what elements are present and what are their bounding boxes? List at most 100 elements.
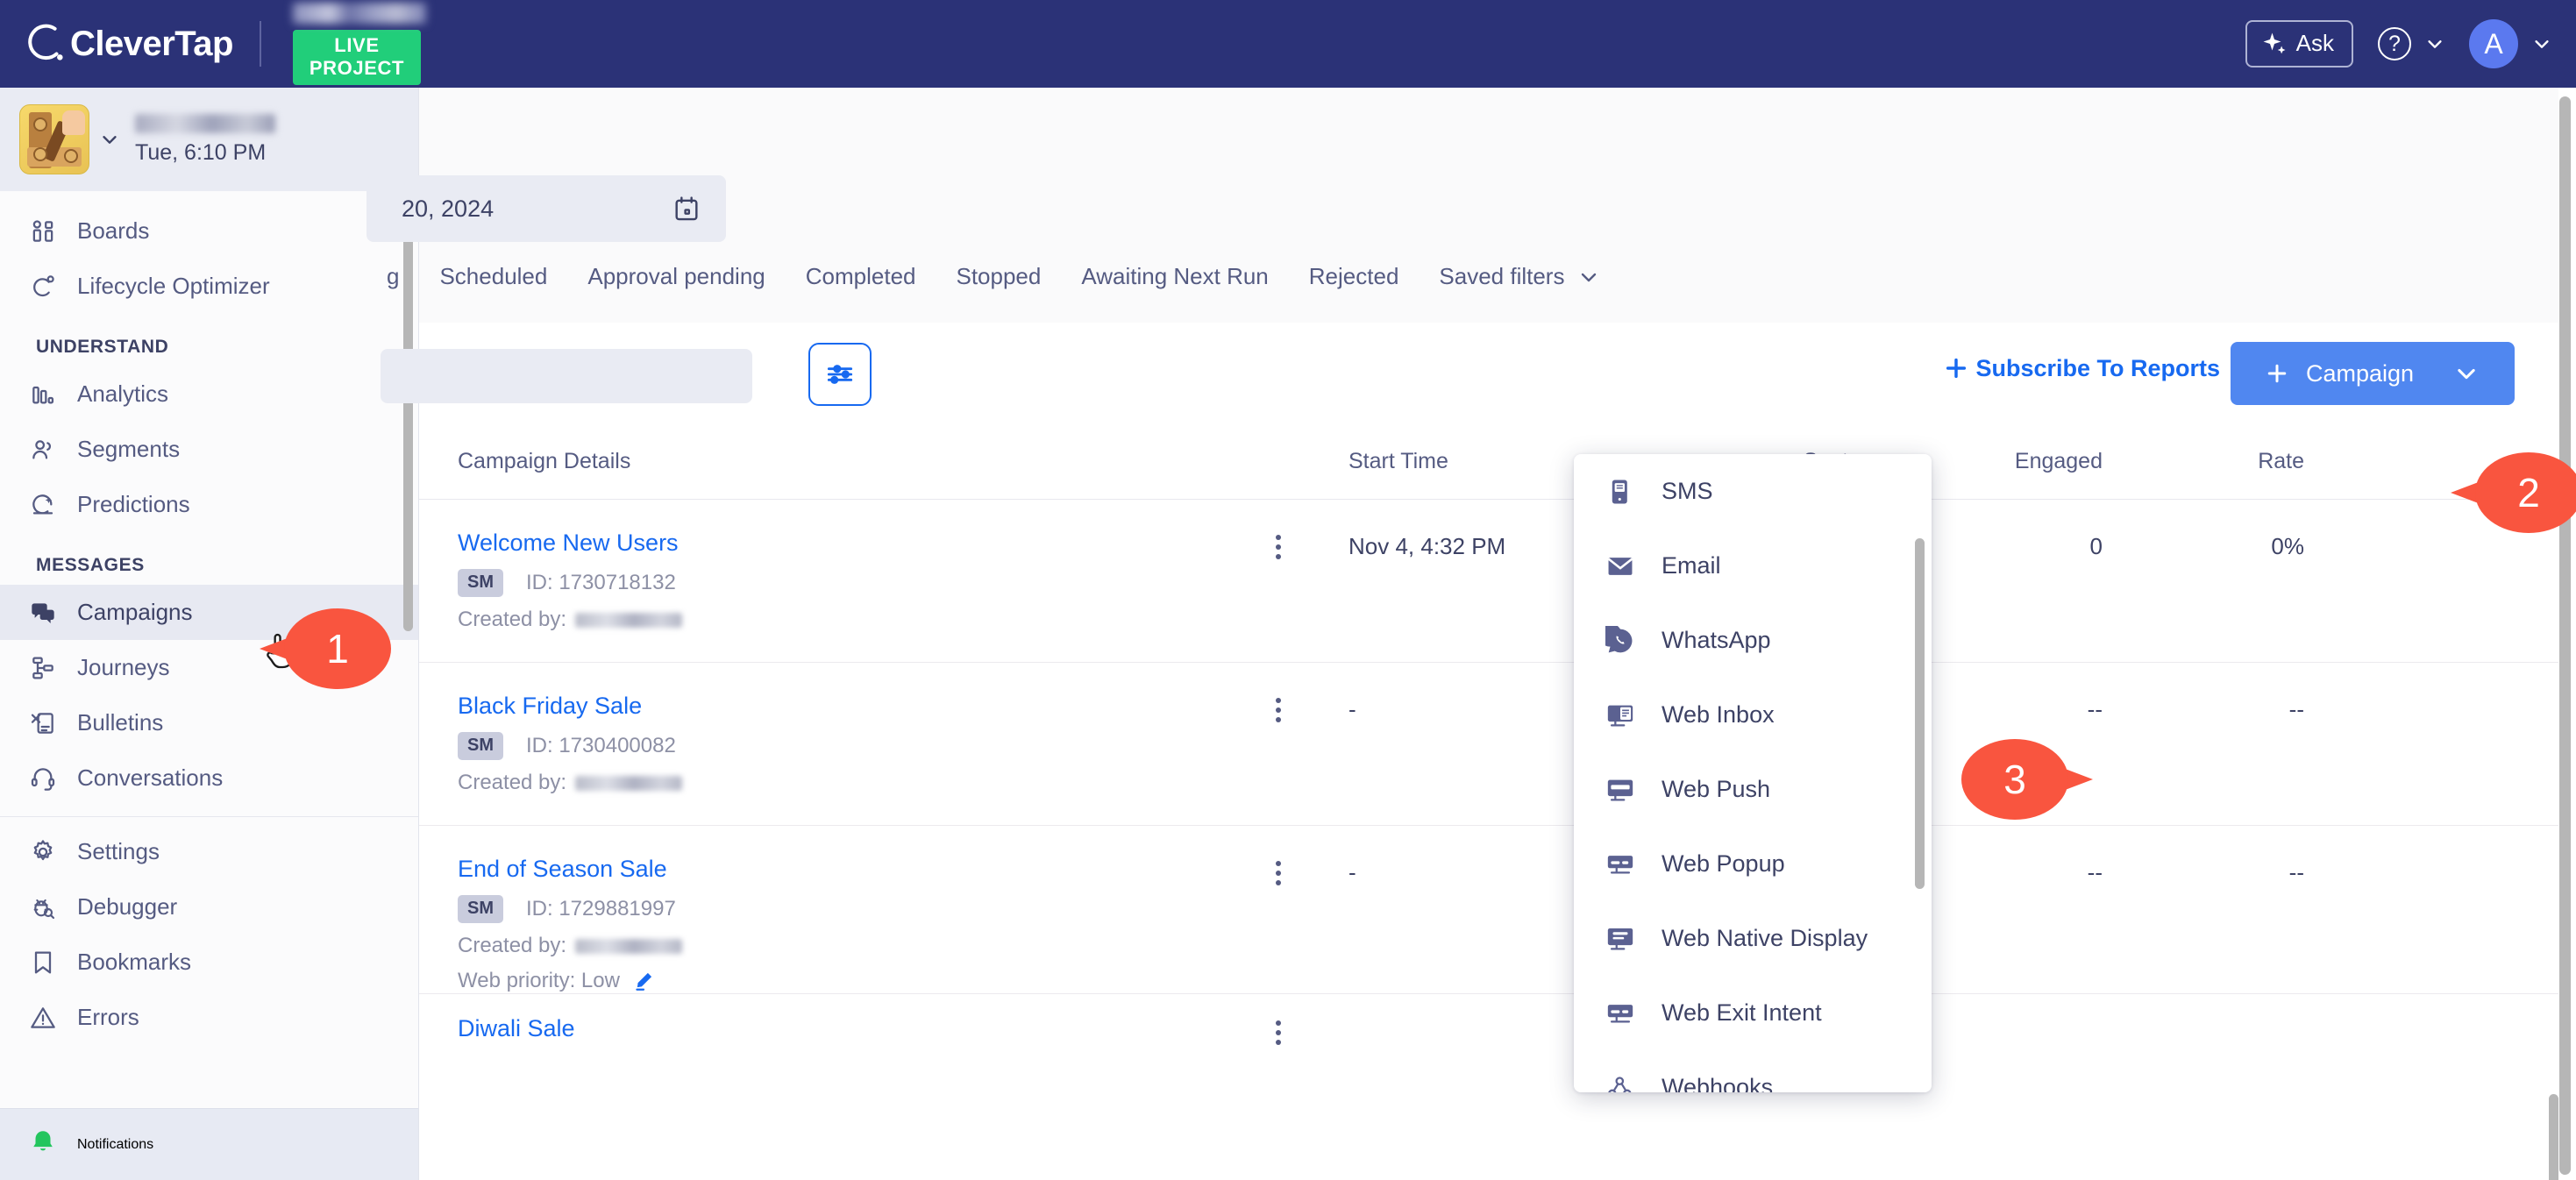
table-row[interactable]: End of Season Sale SM ID: 1729881997 Cre… [419,826,2558,994]
live-project-badge: LIVE PROJECT [292,30,421,85]
table-row[interactable]: Diwali Sale [419,994,2558,1047]
bell-icon [28,1127,58,1162]
sidebar-item-label: Errors [77,1004,139,1030]
sidebar-item-debugger[interactable]: Debugger [0,879,418,935]
dropdown-item-email[interactable]: Email [1574,529,1932,603]
web-native-display-icon [1607,928,1633,949]
tab-running[interactable]: g [366,263,419,290]
account-menu[interactable]: A [2469,19,2551,68]
tab-scheduled[interactable]: Scheduled [419,263,567,290]
warning-icon [28,1003,58,1033]
tab-completed[interactable]: Completed [786,263,936,290]
campaign-name-link[interactable]: Diwali Sale [458,1015,1208,1042]
dropdown-item-label: Web Exit Intent [1662,999,1822,1026]
dropdown-item-web-native-display[interactable]: Web Native Display [1574,901,1932,976]
list-toolbar: Subscribe To Reports Campaign [381,323,2558,430]
help-menu[interactable]: ? [2378,27,2444,60]
ask-button[interactable]: Ask [2245,20,2353,68]
created-by-label: Created by: [458,771,567,794]
campaign-id: ID: 1730718132 [526,571,676,594]
sparkle-icon [2263,32,2286,53]
sidebar-item-notifications[interactable]: Notifications [0,1108,418,1180]
search-input[interactable] [381,349,752,403]
web-inbox-icon [1607,705,1633,726]
table-row[interactable]: Welcome New Users SM ID: 1730718132 Crea… [419,500,2558,663]
dropdown-item-web-popup[interactable]: Web Popup [1574,827,1932,901]
status-tabs: g Scheduled Approval pending Completed S… [366,263,1619,290]
create-campaign-button[interactable]: Campaign [2231,342,2515,405]
web-priority: Web priority: Low [458,969,1208,993]
dropdown-item-whatsapp[interactable]: WhatsApp [1574,603,1932,678]
saved-filters-dropdown[interactable]: Saved filters [1419,263,1619,290]
campaign-name-link[interactable]: End of Season Sale [458,856,1208,883]
dropdown-scrollbar[interactable] [1915,538,1925,889]
web-priority-label: Web priority: Low [458,969,620,992]
campaign-name-link[interactable]: Black Friday Sale [458,693,1208,720]
filter-button[interactable] [808,343,872,406]
table-header-row: Campaign Details Start Time Sent Engaged… [419,430,2558,500]
sidebar-item-bookmarks[interactable]: Bookmarks [0,935,418,990]
sidebar-item-analytics[interactable]: Analytics [0,366,418,422]
predictions-icon [28,490,58,520]
dropdown-item-label: Email [1662,552,1721,579]
table-row[interactable]: Black Friday Sale SM ID: 1730400082 Crea… [419,663,2558,826]
row-actions-menu[interactable] [1208,1015,1348,1045]
sidebar-item-bulletins[interactable]: Bulletins [0,695,418,750]
table-scrollbar[interactable] [2549,1094,2558,1180]
campaign-name-link[interactable]: Welcome New Users [458,530,1208,557]
campaign-list-panel: Subscribe To Reports Campaign Campaign D… [381,323,2558,1180]
whatsapp-icon [1605,625,1633,652]
saved-filters-label: Saved filters [1439,263,1565,289]
subscribe-label: Subscribe To Reports [1975,354,2220,381]
channel-badge: SM [458,732,503,760]
row-actions-menu[interactable] [1208,693,1348,722]
debugger-icon [28,892,58,922]
sidebar-item-errors[interactable]: Errors [0,990,418,1045]
campaign-id: ID: 1730400082 [526,734,676,757]
boards-icon [28,217,58,246]
conversations-icon [28,764,58,793]
project-switcher[interactable]: Tue, 6:10 PM [0,88,418,191]
dropdown-item-web-exit-intent[interactable]: Web Exit Intent [1574,976,1932,1050]
tab-approval-pending[interactable]: Approval pending [567,263,785,290]
sidebar-item-label: Debugger [77,893,178,920]
segments-icon [28,435,58,465]
dropdown-item-sms[interactable]: SMS [1574,454,1932,529]
page-scrollbar[interactable] [2559,96,2571,1175]
tab-awaiting-next-run[interactable]: Awaiting Next Run [1061,263,1288,290]
web-popup-icon [1607,855,1633,873]
sidebar-item-predictions[interactable]: Predictions [0,477,418,532]
edit-pencil-icon[interactable] [632,970,655,992]
sidebar-item-label: Bulletins [77,709,164,736]
subscribe-to-reports-button[interactable]: Subscribe To Reports [1942,354,2220,382]
sidebar-item-segments[interactable]: Segments [0,422,418,477]
dropdown-item-web-push[interactable]: Web Push [1574,752,1932,827]
project-badge-block: LIVE PROJECT [292,3,426,85]
tab-stopped[interactable]: Stopped [936,263,1061,290]
avatar: A [2469,19,2518,68]
created-by: Created by: [458,608,1208,632]
row-actions-menu[interactable] [1208,856,1348,885]
created-by: Created by: [458,934,1208,958]
channel-badge: SM [458,569,503,597]
date-range-picker[interactable]: 20, 2024 [366,175,726,242]
sidebar-item-boards[interactable]: Boards [0,203,418,259]
sidebar-item-label: Bookmarks [77,949,192,975]
dropdown-item-label: Web Inbox [1662,701,1775,728]
sidebar-item-lifecycle-optimizer[interactable]: Lifecycle Optimizer [0,259,418,314]
sidebar-item-conversations[interactable]: Conversations [0,750,418,806]
tab-rejected[interactable]: Rejected [1289,263,1420,290]
row-actions-menu[interactable] [1208,530,1348,559]
email-icon [1607,557,1633,575]
brand-logo[interactable]: CleverTap [26,24,233,64]
sidebar-item-label: Segments [77,436,181,462]
chevron-down-icon [1582,273,1597,281]
chevron-down-icon [103,136,117,144]
create-campaign-label: Campaign [2306,359,2415,387]
dropdown-item-webhooks[interactable]: Webhooks [1574,1050,1932,1092]
dropdown-item-web-inbox[interactable]: Web Inbox [1574,678,1932,752]
sidebar-item-settings[interactable]: Settings [0,824,418,879]
cell-rate: -- [2288,859,2304,885]
analytics-icon [28,380,58,409]
campaign-id: ID: 1729881997 [526,897,676,921]
